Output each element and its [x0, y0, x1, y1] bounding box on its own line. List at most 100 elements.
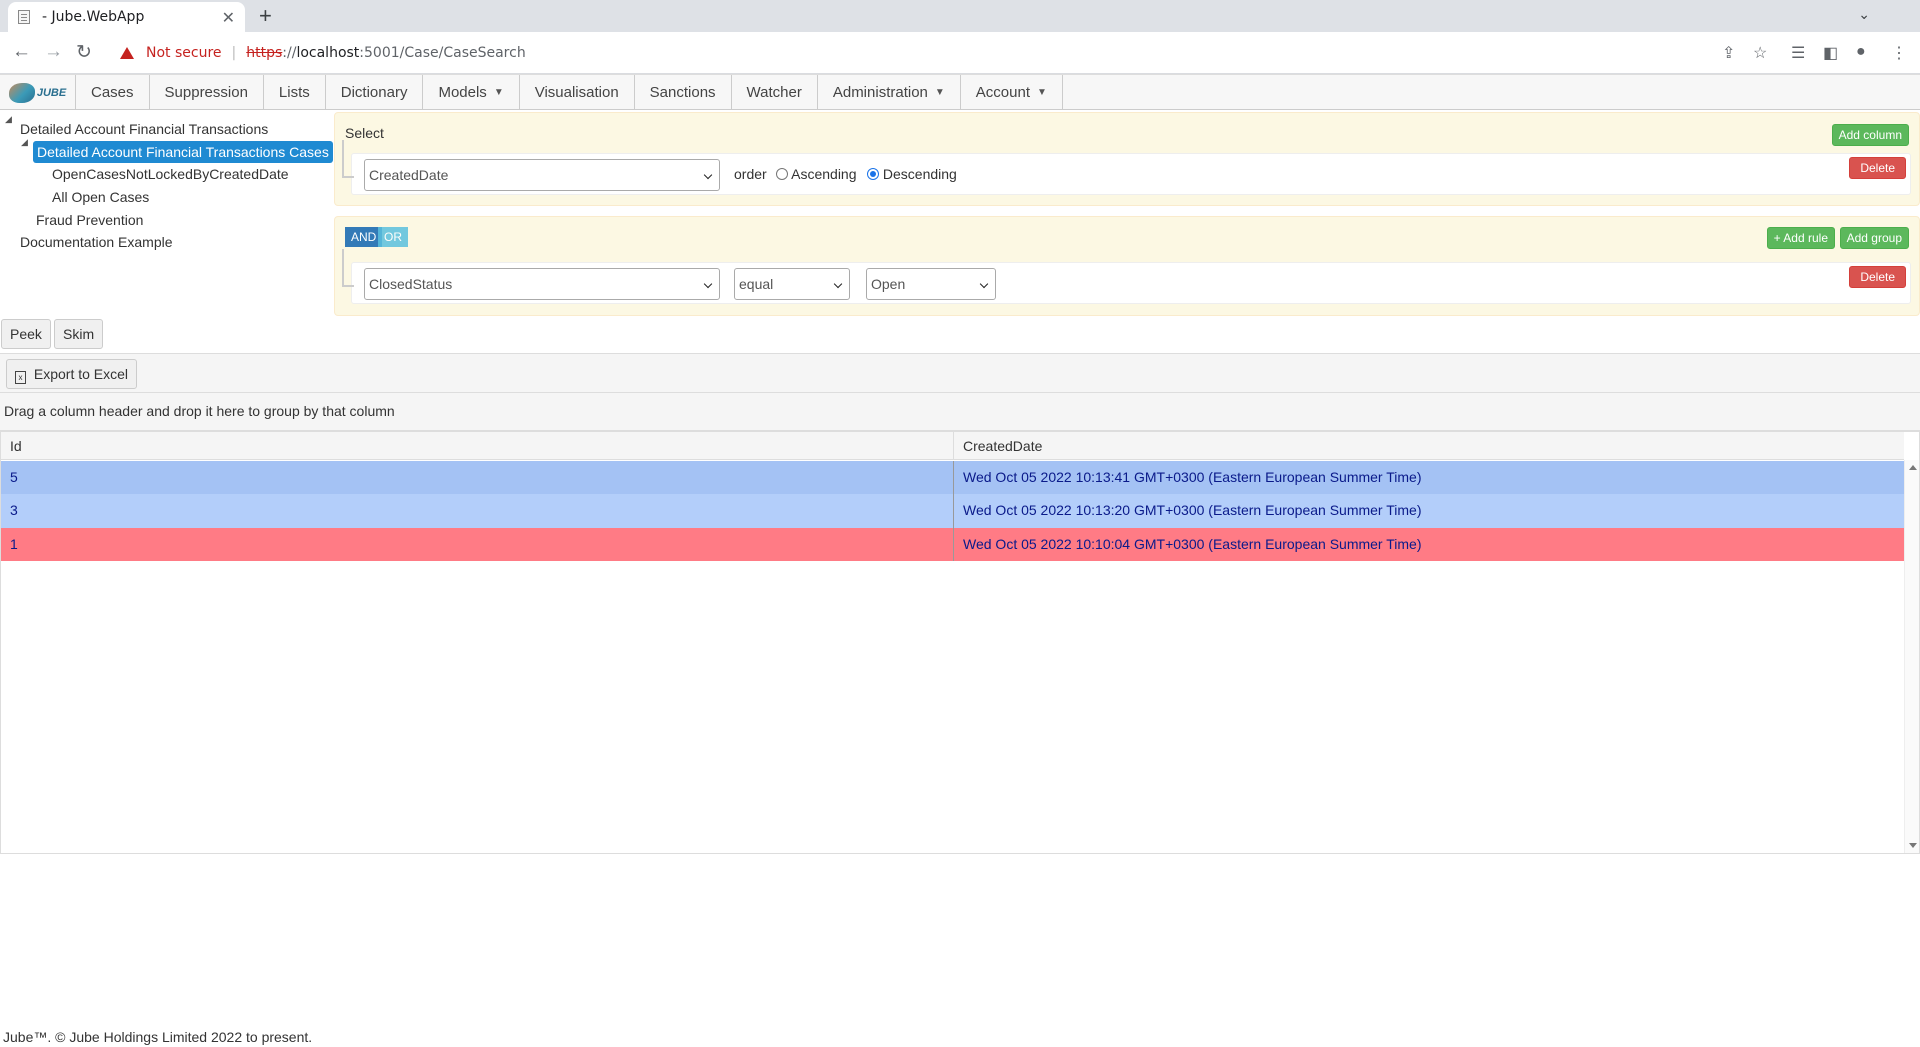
- tree-item-fraud-prevention[interactable]: Fraud Prevention: [36, 209, 143, 231]
- ascending-radio[interactable]: [776, 168, 788, 180]
- caret-down-icon: ▼: [493, 87, 504, 98]
- select-label: Select: [345, 125, 384, 141]
- grid-toolbar: x Export to Excel: [0, 353, 1920, 393]
- menu-cases[interactable]: Cases: [76, 75, 150, 110]
- caret-down-icon: ▼: [934, 87, 945, 98]
- menu-suppression[interactable]: Suppression: [150, 75, 264, 110]
- scroll-up-icon[interactable]: [1909, 465, 1917, 470]
- descending-option[interactable]: Descending: [867, 166, 957, 182]
- new-tab-icon[interactable]: +: [259, 3, 272, 29]
- forward-icon[interactable]: →: [44, 41, 63, 63]
- results-grid: Id CreatedDate 5 Wed Oct 05 2022 10:13:4…: [0, 431, 1920, 854]
- logo-text: JUBE: [36, 86, 67, 99]
- ascending-label: Ascending: [791, 166, 857, 182]
- delete-rule-button[interactable]: Delete: [1849, 266, 1906, 288]
- menu-administration[interactable]: Administration ▼: [818, 75, 961, 110]
- share-icon[interactable]: ⇪: [1722, 43, 1735, 63]
- browser-tab[interactable]: - Jube.WebApp ✕: [8, 2, 245, 32]
- delete-select-button[interactable]: Delete: [1849, 157, 1906, 179]
- reading-list-icon[interactable]: ☰: [1791, 43, 1805, 63]
- order-label: order: [734, 166, 767, 182]
- menu-account[interactable]: Account ▼: [961, 75, 1063, 110]
- excel-icon: x: [15, 371, 26, 384]
- cell-createddate: Wed Oct 05 2022 10:13:20 GMT+0300 (Easte…: [963, 502, 1422, 518]
- profile-icon[interactable]: ●: [1856, 43, 1866, 61]
- url-input[interactable]: Not secure | https :// localhost :5001/C…: [108, 37, 1738, 69]
- tree-expand-icon[interactable]: ◢: [5, 114, 12, 125]
- page-icon: [18, 10, 30, 24]
- tree-item-open-cases-not-locked[interactable]: OpenCasesNotLockedByCreatedDate: [52, 163, 289, 185]
- column-header-id[interactable]: Id: [1, 432, 954, 460]
- address-bar: ← → ↻ Not secure | https :// localhost :…: [0, 32, 1920, 74]
- select-panel: Select Add column CreatedDate order Asce…: [334, 112, 1920, 206]
- tree-expand-icon[interactable]: ◢: [21, 137, 28, 148]
- menu-lists[interactable]: Lists: [264, 75, 326, 110]
- url-path: :5001/Case/CaseSearch: [359, 45, 526, 61]
- group-drop-area[interactable]: Drag a column header and drop it here to…: [0, 393, 1920, 431]
- menu-dictionary[interactable]: Dictionary: [326, 75, 424, 110]
- reload-icon[interactable]: ↻: [76, 41, 92, 64]
- table-row[interactable]: 1 Wed Oct 05 2022 10:10:04 GMT+0300 (Eas…: [1, 528, 1904, 561]
- tree-item-root[interactable]: Detailed Account Financial Transactions: [20, 118, 268, 140]
- or-condition-button[interactable]: OR: [378, 227, 408, 247]
- add-column-button[interactable]: Add column: [1831, 124, 1909, 146]
- filter-rule: ClosedStatus equal Open Delete: [342, 249, 1911, 304]
- select-column-field[interactable]: CreatedDate: [364, 159, 720, 191]
- rule-operator-select[interactable]: equal: [734, 268, 850, 300]
- menu-models[interactable]: Models ▼: [423, 75, 520, 110]
- tree-item-selected[interactable]: Detailed Account Financial Transactions …: [33, 141, 333, 163]
- cell-id: 1: [1, 528, 954, 561]
- skim-button[interactable]: Skim: [54, 319, 104, 349]
- tree-item-all-open-cases[interactable]: All Open Cases: [52, 186, 149, 208]
- cell-createddate: Wed Oct 05 2022 10:13:41 GMT+0300 (Easte…: [963, 469, 1422, 485]
- side-panel-icon[interactable]: ◧: [1823, 43, 1838, 63]
- bookmark-star-icon[interactable]: ☆: [1753, 43, 1767, 63]
- tab-title: - Jube.WebApp: [42, 9, 145, 25]
- select-rule: CreatedDate order Ascending Descending D…: [342, 140, 1911, 195]
- add-group-button[interactable]: Add group: [1839, 227, 1909, 249]
- menu-visualisation[interactable]: Visualisation: [520, 75, 635, 110]
- cell-id: 5: [1, 461, 954, 494]
- menu-account-label: Account: [975, 84, 1030, 101]
- rule-field-select[interactable]: ClosedStatus: [364, 268, 720, 300]
- jube-logo[interactable]: JUBE: [0, 75, 76, 110]
- menu-administration-label: Administration: [832, 84, 928, 101]
- back-icon[interactable]: ←: [12, 41, 31, 63]
- url-scheme: https: [246, 45, 283, 61]
- ascending-option[interactable]: Ascending: [776, 166, 857, 182]
- cell-createddate: Wed Oct 05 2022 10:10:04 GMT+0300 (Easte…: [963, 536, 1422, 552]
- column-header-createddate[interactable]: CreatedDate: [954, 432, 1904, 460]
- menu-sanctions[interactable]: Sanctions: [635, 75, 732, 110]
- close-tab-icon[interactable]: ✕: [222, 8, 235, 27]
- browser-menu-icon[interactable]: ⋮: [1891, 43, 1907, 63]
- url-scheme-separator: ://: [282, 45, 297, 61]
- descending-radio[interactable]: [867, 168, 879, 180]
- app-menu-bar: JUBE Cases Suppression Lists Dictionary …: [0, 74, 1920, 110]
- menu-watcher[interactable]: Watcher: [732, 75, 818, 110]
- warning-icon: [120, 47, 134, 59]
- footer-copyright: Jube™. © Jube Holdings Limited 2022 to p…: [3, 1029, 313, 1045]
- filter-panel: AND OR + Add rule Add group ClosedStatus…: [334, 216, 1920, 316]
- rule-value-select[interactable]: Open: [866, 268, 996, 300]
- logo-mark-icon: [8, 82, 35, 103]
- and-condition-button[interactable]: AND: [345, 227, 383, 247]
- menu-models-label: Models: [438, 84, 487, 101]
- url-separator: |: [231, 45, 237, 61]
- tab-search-icon[interactable]: ⌄: [1858, 6, 1870, 23]
- export-to-excel-button[interactable]: x Export to Excel: [6, 359, 138, 389]
- add-rule-button[interactable]: + Add rule: [1766, 227, 1835, 249]
- browser-tab-bar: - Jube.WebApp ✕ + ⌄: [0, 0, 1920, 32]
- scroll-down-icon[interactable]: [1909, 843, 1917, 848]
- export-label: Export to Excel: [33, 366, 129, 382]
- descending-label: Descending: [882, 166, 957, 182]
- peek-button[interactable]: Peek: [1, 319, 51, 349]
- table-row[interactable]: 5 Wed Oct 05 2022 10:13:41 GMT+0300 (Eas…: [1, 461, 1904, 494]
- grid-scrollbar[interactable]: [1904, 460, 1919, 853]
- not-secure-label[interactable]: Not secure: [146, 45, 222, 61]
- grid-header: Id CreatedDate: [1, 432, 1904, 460]
- tree-item-documentation-example[interactable]: Documentation Example: [20, 231, 173, 253]
- caret-down-icon: ▼: [1037, 87, 1047, 98]
- url-host: localhost: [296, 45, 360, 61]
- cell-id: 3: [1, 494, 954, 528]
- table-row[interactable]: 3 Wed Oct 05 2022 10:13:20 GMT+0300 (Eas…: [1, 494, 1904, 528]
